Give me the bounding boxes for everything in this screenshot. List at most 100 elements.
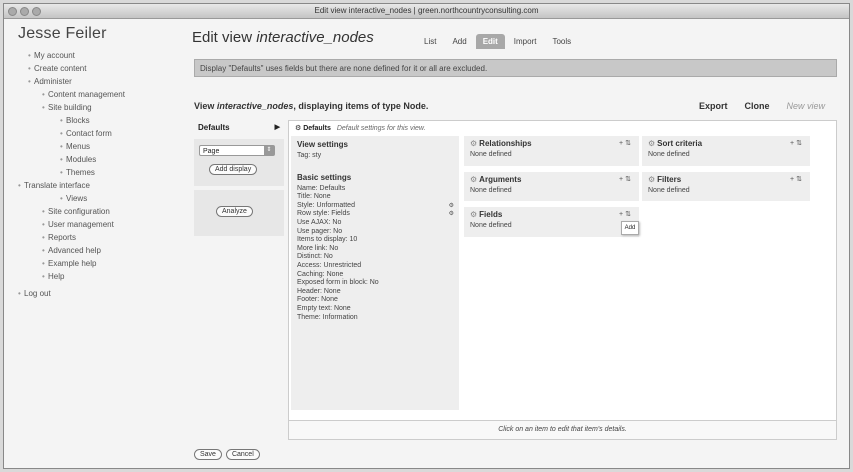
sidebar-item-site-building[interactable]: Site building: [4, 101, 182, 114]
new-view-link[interactable]: New view: [786, 101, 825, 111]
view-settings-section: View settings Tag: sty: [291, 136, 459, 161]
sidebar-item-help[interactable]: Help: [4, 270, 182, 283]
sidebar-item-create-content[interactable]: Create content: [4, 62, 182, 75]
sidebar-item-log-out[interactable]: Log out: [4, 287, 182, 300]
sidebar-item-menus[interactable]: Menus: [4, 140, 182, 153]
site-name[interactable]: Jesse Feiler: [4, 19, 182, 43]
sidebar-item-advanced-help[interactable]: Advanced help: [4, 244, 182, 257]
fields-value: None defined: [470, 222, 512, 230]
minimize-window-button[interactable]: [20, 7, 29, 16]
basic-setting-text: Use pager: No: [297, 227, 343, 235]
basic-setting-item[interactable]: Theme: Information: [297, 314, 454, 323]
zoom-window-button[interactable]: [32, 7, 41, 16]
panel-description: Default settings for this view.: [336, 125, 426, 132]
tab-list[interactable]: List: [417, 34, 443, 49]
gear-icon: ⚙: [648, 174, 656, 184]
basic-setting-item[interactable]: Distinct: No: [297, 253, 454, 262]
filters-section: ⚙ Filters +⇅ None defined: [642, 171, 810, 202]
tab-import[interactable]: Import: [507, 34, 544, 49]
sidebar-item-example-help[interactable]: Example help: [4, 257, 182, 270]
tab-tools[interactable]: Tools: [545, 34, 578, 49]
arguments-actions: +⇅: [619, 175, 633, 183]
panel-footer-hint: Click on an item to edit that item's det…: [289, 420, 836, 439]
basic-setting-item[interactable]: Header: None: [297, 288, 454, 297]
basic-setting-item[interactable]: Use AJAX: No: [297, 219, 454, 228]
basic-setting-item[interactable]: Title: None: [297, 193, 454, 202]
display-defaults-tab[interactable]: Defaults ▶: [194, 120, 284, 135]
sidebar-item-translate-interface[interactable]: Translate interface: [4, 179, 182, 192]
main-content: Edit view interactive_nodes List Add Edit I…: [182, 19, 849, 468]
displays-column: Defaults ▶ Page ⇕ Add display Analyze: [194, 120, 284, 290]
sidebar-item-modules[interactable]: Modules: [4, 153, 182, 166]
filters-value: None defined: [648, 186, 690, 194]
basic-setting-text: Distinct: No: [297, 253, 333, 261]
add-display-box: Page ⇕ Add display: [194, 139, 284, 186]
display-type-select[interactable]: Page ⇕: [199, 145, 275, 156]
sidebar-item-my-account[interactable]: My account: [4, 49, 182, 62]
fields-actions: +⇅: [619, 210, 633, 218]
arguments-value: None defined: [470, 186, 512, 194]
basic-setting-item[interactable]: More link: No: [297, 245, 454, 254]
export-link[interactable]: Export: [699, 101, 728, 111]
rearrange-icon[interactable]: ⇅: [796, 176, 804, 183]
sidebar-item-themes[interactable]: Themes: [4, 166, 182, 179]
sidebar-item-reports[interactable]: Reports: [4, 231, 182, 244]
sidebar-item-site-configuration[interactable]: Site configuration: [4, 205, 182, 218]
sort-criteria-actions: +⇅: [790, 139, 804, 147]
clone-link[interactable]: Clone: [744, 101, 769, 111]
basic-setting-text: Items to display: 10: [297, 236, 358, 244]
basic-setting-text: Footer: None: [297, 296, 338, 304]
title-bar: Edit view interactive_nodes | green.nort…: [4, 4, 849, 19]
basic-setting-item[interactable]: Caching: None: [297, 271, 454, 280]
basic-setting-text: Name: Defaults: [297, 184, 346, 192]
sidebar-item-views[interactable]: Views: [4, 192, 182, 205]
relationships-title: ⚙ Relationships: [470, 139, 634, 148]
middle-column: ⚙ Relationships +⇅ None defined ⚙ Argument…: [464, 136, 639, 243]
filters-actions: +⇅: [790, 175, 804, 183]
rearrange-icon[interactable]: ⇅: [625, 176, 633, 183]
basic-setting-item[interactable]: Items to display: 10: [297, 236, 454, 245]
add-display-button[interactable]: Add display: [209, 164, 258, 175]
sidebar-item-blocks[interactable]: Blocks: [4, 114, 182, 127]
sidebar-item-user-management[interactable]: User management: [4, 218, 182, 231]
basic-setting-item[interactable]: Style: Unformatted ⚙: [297, 202, 454, 211]
tab-edit[interactable]: Edit: [475, 34, 505, 49]
fields-section: ⚙ Fields +⇅ None defined Add: [464, 207, 639, 237]
basic-setting-item[interactable]: Row style: Fields ⚙: [297, 210, 454, 219]
view-settings-tag[interactable]: Tag: sty: [297, 152, 454, 161]
sidebar-item-contact-form[interactable]: Contact form: [4, 127, 182, 140]
fields-title: ⚙ Fields: [470, 210, 634, 219]
sidebar-item-content-management[interactable]: Content management: [4, 88, 182, 101]
relationships-value: None defined: [470, 151, 512, 158]
basic-setting-item[interactable]: Exposed form in block: No: [297, 279, 454, 288]
basic-setting-item[interactable]: Access: Unrestricted: [297, 262, 454, 271]
relationships-title-text: Relationships: [479, 139, 532, 148]
settings-gear-icon[interactable]: ⚙: [449, 210, 454, 219]
settings-column: View settings Tag: sty Basic settings Na…: [291, 136, 459, 410]
basic-setting-text: Empty text: None: [297, 304, 351, 312]
basic-setting-item[interactable]: Name: Defaults: [297, 185, 454, 194]
basic-setting-item[interactable]: Footer: None: [297, 296, 454, 305]
view-heading-suffix: , displaying items of type Node.: [293, 101, 429, 111]
navigation-menu: My accountCreate contentAdministerConten…: [4, 49, 182, 300]
cancel-button[interactable]: Cancel: [225, 449, 260, 460]
sidebar-item-administer[interactable]: Administer: [4, 75, 182, 88]
tab-add[interactable]: Add: [445, 34, 473, 49]
gear-icon: ⚙: [470, 210, 478, 220]
close-window-button[interactable]: [8, 7, 17, 16]
rearrange-icon[interactable]: ⇅: [796, 140, 804, 147]
rearrange-icon[interactable]: ⇅: [625, 140, 633, 147]
rearrange-icon[interactable]: ⇅: [625, 211, 633, 218]
basic-setting-item[interactable]: Use pager: No: [297, 228, 454, 237]
basic-setting-item[interactable]: Empty text: None: [297, 305, 454, 314]
basic-setting-text: Caching: None: [297, 270, 344, 278]
sort-criteria-value: None defined: [648, 151, 690, 158]
save-button[interactable]: Save: [194, 449, 222, 460]
display-type-value: Page: [203, 148, 220, 155]
settings-gear-icon[interactable]: ⚙: [449, 202, 454, 211]
view-heading-prefix: View: [194, 101, 217, 111]
analyze-button[interactable]: Analyze: [216, 206, 253, 217]
panel-header: ⚙ Defaults Default settings for this vie…: [289, 121, 836, 134]
basic-setting-text: Header: None: [297, 287, 341, 295]
panel-title: Defaults: [303, 125, 331, 132]
